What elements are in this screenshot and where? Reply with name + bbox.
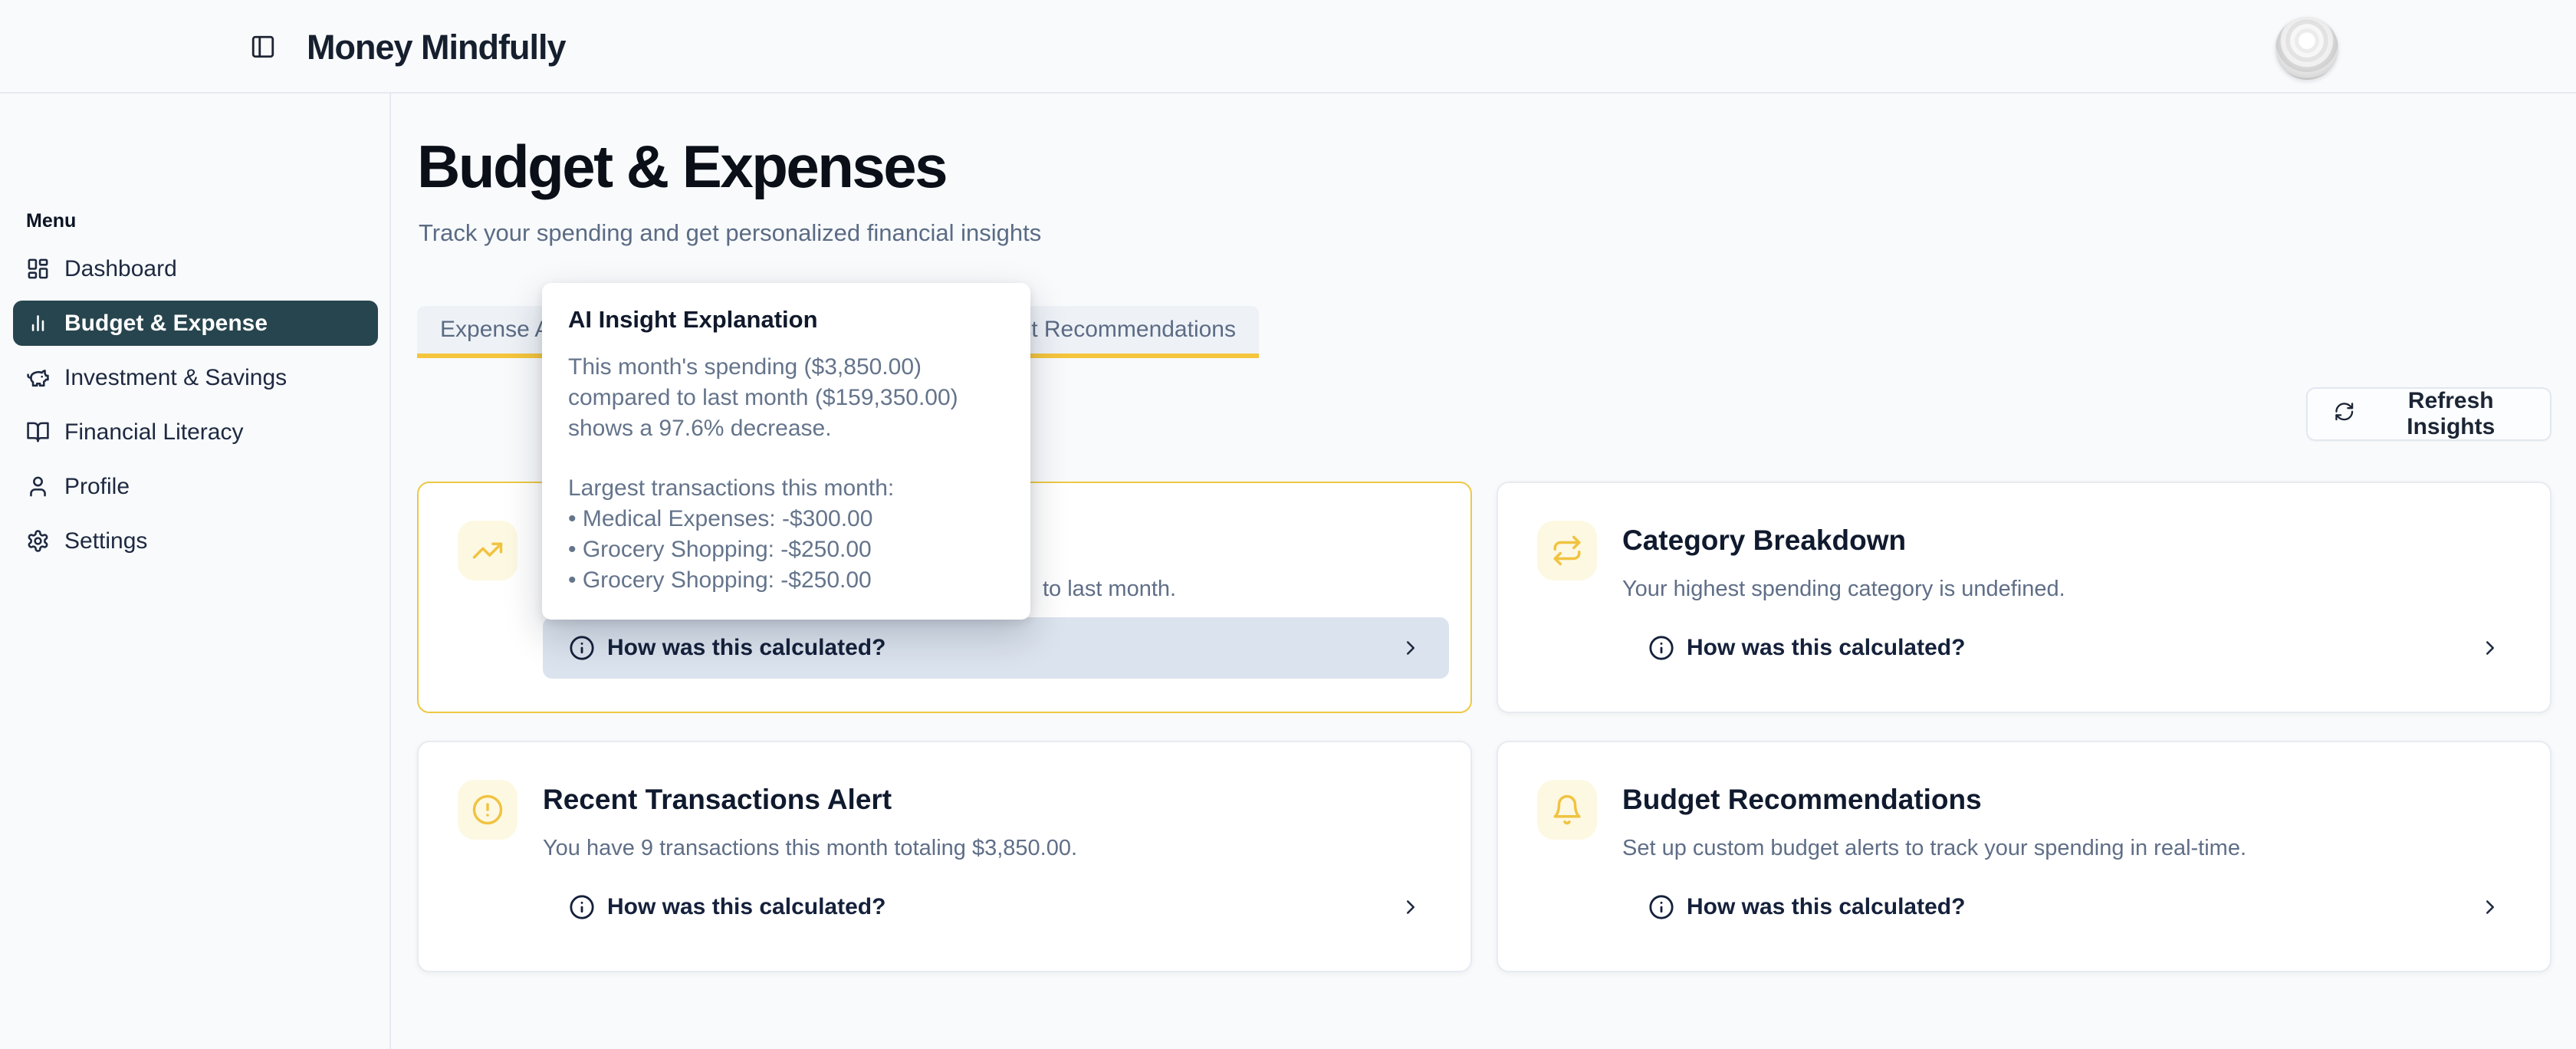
sidebar-item-label: Budget & Expense [64, 311, 268, 337]
sidebar-item-dashboard[interactable]: Dashboard [13, 246, 378, 291]
sidebar-item-label: Investment & Savings [64, 365, 287, 391]
app-title: Money Mindfully [307, 28, 566, 67]
card-title: Budget Recommendations [1622, 784, 1982, 816]
info-icon [1648, 894, 1674, 920]
popover-transaction-item: • Grocery Shopping: -$250.00 [568, 565, 1004, 596]
refresh-insights-button[interactable]: Refresh Insights [2306, 387, 2551, 441]
sidebar-item-label: Settings [64, 528, 147, 554]
sidebar-menu-label: Menu [26, 210, 76, 232]
user-icon [26, 475, 50, 498]
popover-title: AI Insight Explanation [568, 306, 1004, 334]
ai-insight-popover: AI Insight Explanation This month's spen… [542, 283, 1030, 620]
how-calculated-label: How was this calculated? [1687, 894, 2479, 920]
app-header: Money Mindfully [0, 0, 2576, 94]
piggy-bank-icon [26, 366, 50, 390]
sidebar-item-label: Dashboard [64, 256, 177, 282]
card-category-breakdown: Category Breakdown Your highest spending… [1497, 482, 2551, 713]
chevron-right-icon [1399, 896, 1422, 919]
how-calculated-label: How was this calculated? [607, 894, 1399, 920]
sidebar-item-label: Profile [64, 474, 130, 500]
card-subtitle-fragment: to last month. [1043, 577, 1176, 602]
bar-chart-icon [26, 311, 50, 335]
card-title: Recent Transactions Alert [543, 784, 892, 816]
how-calculated-label: How was this calculated? [607, 635, 1399, 661]
gear-icon [26, 529, 50, 553]
sidebar-item-financial-literacy[interactable]: Financial Literacy [13, 409, 378, 455]
sidebar-item-profile[interactable]: Profile [13, 464, 378, 509]
how-calculated-link[interactable]: How was this calculated? [1622, 876, 2528, 938]
page-title: Budget & Expenses [417, 132, 946, 202]
chevron-right-icon [1399, 636, 1422, 659]
bell-icon [1537, 780, 1597, 840]
sidebar-item-settings[interactable]: Settings [13, 518, 378, 564]
refresh-insights-label: Refresh Insights [2378, 388, 2524, 440]
popover-paragraph: This month's spending ($3,850.00) compar… [568, 352, 1004, 444]
sidebar-toggle-button[interactable] [250, 34, 276, 60]
chevron-right-icon [2479, 896, 2502, 919]
user-avatar[interactable] [2275, 17, 2338, 80]
repeat-icon [1537, 521, 1597, 580]
how-calculated-link[interactable]: How was this calculated? [543, 617, 1449, 679]
info-icon [569, 635, 595, 661]
info-icon [569, 894, 595, 920]
popover-transactions-heading: Largest transactions this month: [568, 473, 1004, 504]
sidebar-item-budget-expense[interactable]: Budget & Expense [13, 301, 378, 346]
info-icon [1648, 635, 1674, 661]
card-subtitle: Your highest spending category is undefi… [1622, 577, 2065, 602]
sidebar-item-label: Financial Literacy [64, 419, 243, 446]
card-recent-transactions-alert: Recent Transactions Alert You have 9 tra… [417, 741, 1472, 972]
sidebar: Menu Dashboard Budget & Expense [0, 94, 391, 1049]
sidebar-nav: Dashboard Budget & Expense Investment & … [13, 246, 378, 573]
card-title: Category Breakdown [1622, 524, 1906, 557]
card-subtitle: Set up custom budget alerts to track you… [1622, 836, 2246, 861]
page-subtitle: Track your spending and get personalized… [419, 219, 1041, 247]
sidebar-item-investment-savings[interactable]: Investment & Savings [13, 355, 378, 400]
how-calculated-label: How was this calculated? [1687, 635, 2479, 661]
dashboard-icon [26, 257, 50, 281]
chevron-right-icon [2479, 636, 2502, 659]
book-open-icon [26, 420, 50, 444]
card-budget-recommendations: Budget Recommendations Set up custom bud… [1497, 741, 2551, 972]
refresh-icon [2334, 401, 2355, 427]
how-calculated-link[interactable]: How was this calculated? [1622, 617, 2528, 679]
popover-transaction-item: • Grocery Shopping: -$250.00 [568, 534, 1004, 565]
trending-up-icon [458, 521, 518, 580]
panel-left-icon [250, 34, 276, 60]
alert-circle-icon [458, 780, 518, 840]
how-calculated-link[interactable]: How was this calculated? [543, 876, 1449, 938]
popover-transaction-item: • Medical Expenses: -$300.00 [568, 504, 1004, 534]
card-subtitle: You have 9 transactions this month total… [543, 836, 1077, 861]
